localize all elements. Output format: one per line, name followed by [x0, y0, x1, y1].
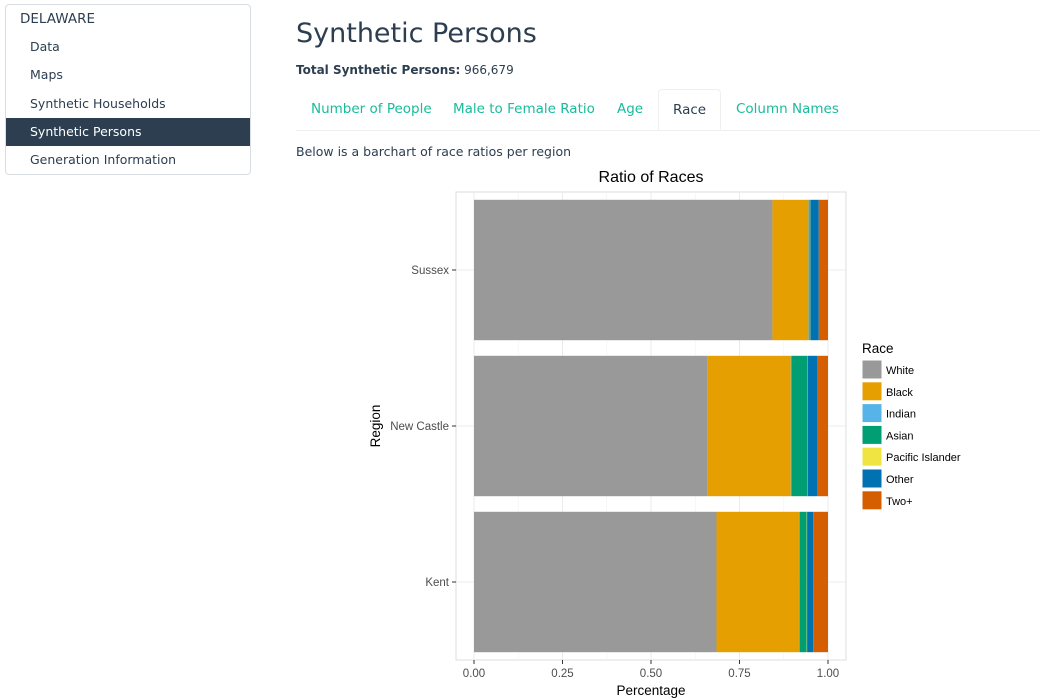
legend-label: Pacific Islander [886, 452, 961, 464]
tab-bar: Number of People Male to Female Ratio Ag… [296, 89, 1040, 131]
bar-asian-sussex [809, 199, 810, 341]
tab-race[interactable]: Race [658, 89, 722, 130]
legend-title: Race [862, 341, 894, 356]
legend-key-asian [861, 424, 883, 445]
sidebar: DELAWARE Data Maps Synthetic Households … [5, 4, 251, 176]
bar-black-new-castle [707, 355, 791, 497]
race-ratio-chart: Ratio of Races Sussex New Castle Kent 0.00… [368, 169, 961, 698]
bar-asian-kent [799, 511, 807, 653]
x-tick-label: 0.00 [463, 668, 485, 680]
y-tick-label: Kent [425, 577, 449, 589]
chart-description: Below is a barchart of race ratios per r… [296, 144, 572, 159]
bar-indian-kent [798, 511, 800, 653]
bars [474, 199, 828, 653]
bar-two--kent [813, 511, 828, 653]
tab-male-to-female-ratio[interactable]: Male to Female Ratio [453, 89, 595, 130]
legend-label: Indian [886, 409, 916, 421]
total-persons-label: Total Synthetic Persons: [296, 63, 461, 77]
bar-white-new-castle [474, 355, 708, 497]
sidebar-item-synthetic-households[interactable]: Synthetic Households [6, 90, 250, 118]
x-tick-label: 0.25 [551, 668, 573, 680]
chart-title: Ratio of Races [599, 169, 704, 186]
bar-asian-new-castle [791, 355, 808, 497]
legend-label: Two+ [886, 496, 913, 508]
sidebar-header: DELAWARE [20, 11, 96, 27]
y-tick-label: Sussex [411, 265, 449, 277]
bar-white-kent [474, 511, 717, 653]
bar-two--new-castle [817, 355, 828, 497]
tab-age[interactable]: Age [617, 89, 643, 130]
sidebar-item-data[interactable]: Data [6, 33, 250, 61]
total-persons-value: 966,679 [464, 63, 514, 77]
legend-key-pacific-islander [861, 446, 883, 467]
legend-key-white [861, 359, 883, 380]
x-axis-label: Percentage [616, 683, 685, 698]
x-axis: 0.00 0.25 0.50 0.75 1.00 [463, 660, 839, 680]
tab-column-names[interactable]: Column Names [736, 89, 839, 130]
legend-key-other [861, 468, 883, 489]
bar-indian-sussex [808, 199, 810, 341]
x-tick-label: 1.00 [817, 668, 839, 680]
legend-key-black [861, 381, 883, 402]
legend-key-indian [861, 403, 883, 424]
sidebar-item-maps[interactable]: Maps [6, 61, 250, 89]
bar-other-sussex [810, 199, 819, 341]
legend-key-two- [861, 490, 883, 511]
legend-label: White [886, 365, 914, 377]
sidebar-item-synthetic-persons[interactable]: Synthetic Persons [6, 117, 250, 147]
tab-number-of-people[interactable]: Number of People [311, 89, 432, 130]
sidebar-item-generation-information[interactable]: Generation Information [6, 146, 250, 174]
x-tick-label: 0.75 [728, 668, 750, 680]
page-title: Synthetic Persons [296, 18, 537, 49]
x-tick-label: 0.50 [640, 668, 662, 680]
bar-indian-new-castle [790, 355, 792, 497]
y-axis-label: Region [368, 405, 383, 448]
legend-label: Other [886, 474, 914, 486]
y-tick-label: New Castle [390, 421, 449, 433]
total-persons: Total Synthetic Persons: 966,679 [296, 63, 514, 77]
bar-other-kent [807, 511, 814, 653]
y-axis: Sussex New Castle Kent [390, 265, 456, 589]
bar-black-kent [716, 511, 799, 653]
bar-black-sussex [772, 199, 809, 341]
legend-label: Black [886, 387, 913, 399]
legend-label: Asian [886, 430, 914, 442]
bar-other-new-castle [807, 355, 818, 497]
legend: White Black Indian Asian Pacific Islander Oth… [861, 359, 961, 511]
bar-white-sussex [474, 199, 773, 341]
bar-two--sussex [818, 199, 828, 341]
